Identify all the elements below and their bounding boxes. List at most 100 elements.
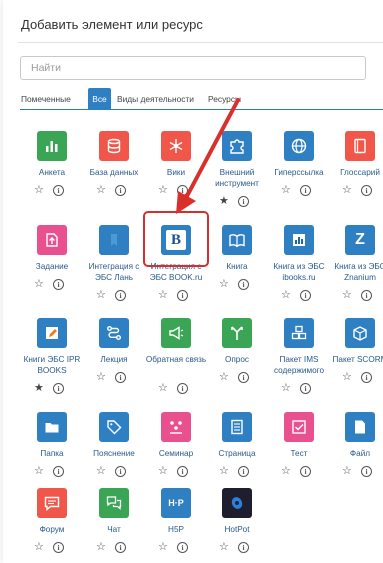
info-icon[interactable]: i [361, 290, 372, 301]
star-icon[interactable]: ☆ [96, 541, 106, 553]
info-icon[interactable]: i [238, 466, 249, 477]
star-icon[interactable]: ☆ [158, 465, 168, 477]
activity-label[interactable]: Опрос [203, 354, 271, 365]
activity-label[interactable]: Форум [18, 524, 86, 535]
info-icon[interactable]: i [177, 185, 188, 196]
info-icon[interactable]: i [361, 466, 372, 477]
activity-label[interactable]: База данных [80, 167, 148, 178]
star-icon[interactable]: ☆ [34, 465, 44, 477]
activity-label[interactable]: Глоссарий [326, 167, 383, 178]
star-icon[interactable]: ☆ [96, 371, 106, 383]
flow-icon [99, 318, 129, 348]
star-icon[interactable]: ☆ [219, 371, 229, 383]
check-edit-icon [284, 412, 314, 442]
activity-label[interactable]: Лекция [80, 354, 148, 365]
folder-icon [37, 412, 67, 442]
activity-label[interactable]: Тест [265, 448, 333, 459]
info-icon[interactable]: i [177, 383, 188, 394]
star-icon[interactable]: ☆ [281, 184, 291, 196]
info-icon[interactable]: i [238, 372, 249, 383]
info-icon[interactable]: i [115, 466, 126, 477]
info-icon[interactable]: i [115, 542, 126, 553]
activity-label[interactable]: Страница [203, 448, 271, 459]
activity-label[interactable]: Вики [142, 167, 210, 178]
info-icon[interactable]: i [361, 372, 372, 383]
info-icon[interactable]: i [177, 290, 188, 301]
star-icon[interactable]: ☆ [219, 465, 229, 477]
activity-label[interactable]: Пакет SCORM [326, 354, 383, 365]
activity-label[interactable]: HotPot [203, 524, 271, 535]
search-input[interactable] [20, 56, 366, 80]
star-icon[interactable]: ☆ [158, 289, 168, 301]
fork-icon [222, 318, 252, 348]
star-filled-icon[interactable]: ★ [34, 382, 44, 394]
activity-label[interactable]: Гиперссылка [265, 167, 333, 178]
star-icon[interactable]: ☆ [342, 371, 352, 383]
info-icon[interactable]: i [115, 290, 126, 301]
activity-label[interactable]: Чат [80, 524, 148, 535]
activity-label[interactable]: Папка [18, 448, 86, 459]
star-icon[interactable]: ☆ [96, 184, 106, 196]
star-icon[interactable]: ☆ [342, 465, 352, 477]
star-icon[interactable]: ☆ [34, 541, 44, 553]
info-icon[interactable]: i [238, 279, 249, 290]
tab-activities[interactable]: Виды деятельности [117, 88, 194, 110]
activity-label[interactable]: Книга из ЭБС Znanium [326, 261, 383, 283]
tab-all[interactable]: Все [88, 88, 111, 110]
activity-label[interactable]: Книга из ЭБС ibooks.ru [265, 261, 333, 283]
star-icon[interactable]: ☆ [34, 278, 44, 290]
activity-label[interactable]: Файл [326, 448, 383, 459]
star-icon[interactable]: ☆ [219, 541, 229, 553]
info-icon[interactable]: i [53, 185, 64, 196]
star-icon[interactable]: ☆ [96, 465, 106, 477]
tab-starred[interactable]: Помеченные [21, 88, 85, 110]
pencil-icon [37, 318, 67, 348]
star-icon[interactable]: ☆ [219, 278, 229, 290]
z-icon: Z [345, 225, 375, 255]
info-icon[interactable]: i [300, 466, 311, 477]
star-icon[interactable]: ☆ [96, 289, 106, 301]
star-icon[interactable]: ☆ [158, 382, 168, 394]
activity-label[interactable]: Книга [203, 261, 271, 272]
star-icon[interactable]: ☆ [342, 184, 352, 196]
activity-label[interactable]: Интеграция с ЭБС Лань [80, 261, 148, 283]
star-icon[interactable]: ☆ [158, 541, 168, 553]
activity-label[interactable]: Обратная связь [142, 354, 210, 365]
bookmark-icon [99, 225, 129, 255]
info-icon[interactable]: i [238, 542, 249, 553]
group-icon [161, 412, 191, 442]
star-icon[interactable]: ☆ [342, 289, 352, 301]
info-icon[interactable]: i [177, 466, 188, 477]
info-icon[interactable]: i [300, 383, 311, 394]
info-icon[interactable]: i [53, 542, 64, 553]
info-icon[interactable]: i [53, 279, 64, 290]
megaphone-icon [161, 318, 191, 348]
activity-label[interactable]: Внешний инструмент [203, 167, 271, 189]
activity-label[interactable]: Пакет IMS содержимого [265, 354, 333, 376]
info-icon[interactable]: i [177, 542, 188, 553]
activity-label[interactable]: Анкета [18, 167, 86, 178]
activity-label[interactable]: Семинар [142, 448, 210, 459]
star-icon[interactable]: ☆ [158, 184, 168, 196]
info-icon[interactable]: i [115, 372, 126, 383]
activity-label[interactable]: Книги ЭБС IPR BOOKS [18, 354, 86, 376]
chart-book-icon [284, 225, 314, 255]
info-icon[interactable]: i [300, 290, 311, 301]
asterisk-icon [161, 131, 191, 161]
activity-label[interactable]: Задание [18, 261, 86, 272]
star-icon[interactable]: ☆ [281, 382, 291, 394]
activity-label[interactable]: H5P [142, 524, 210, 535]
activity-label[interactable]: Пояснение [80, 448, 148, 459]
info-icon[interactable]: i [53, 383, 64, 394]
info-icon[interactable]: i [300, 185, 311, 196]
info-icon[interactable]: i [361, 185, 372, 196]
tab-resources[interactable]: Ресурсы [208, 88, 241, 110]
info-icon[interactable]: i [238, 196, 249, 207]
h5p-icon: H·P [161, 488, 191, 518]
star-filled-icon[interactable]: ★ [219, 195, 229, 207]
star-icon[interactable]: ☆ [34, 184, 44, 196]
info-icon[interactable]: i [53, 466, 64, 477]
star-icon[interactable]: ☆ [281, 289, 291, 301]
star-icon[interactable]: ☆ [281, 465, 291, 477]
info-icon[interactable]: i [115, 185, 126, 196]
